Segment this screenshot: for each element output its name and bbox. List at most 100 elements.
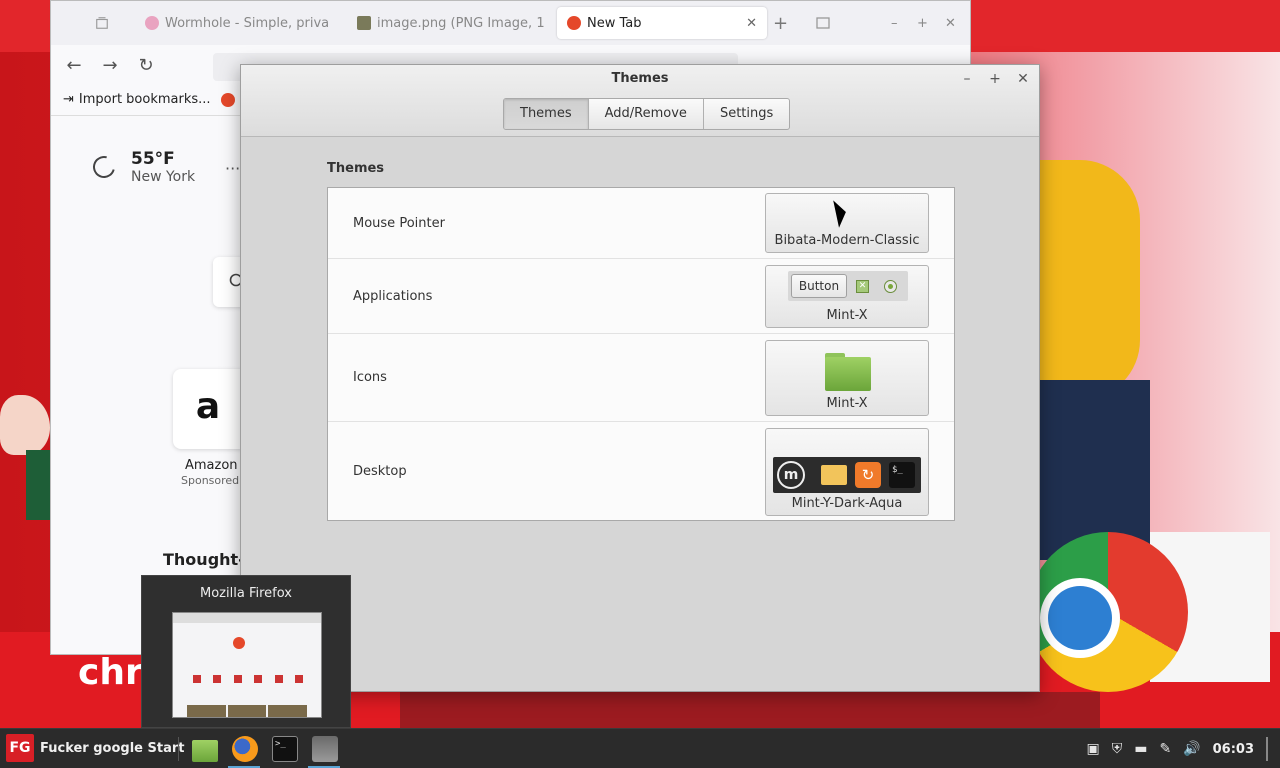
preview-button: Button [791, 274, 847, 298]
terminal-icon: $_ [889, 462, 915, 488]
firefox-logo-icon [233, 637, 245, 649]
tab-label: New Tab [587, 15, 642, 31]
tab-overview-icon[interactable] [95, 13, 109, 33]
applications-theme-button[interactable]: Button ✕ Mint-X [765, 265, 929, 328]
import-icon: ⇥ [63, 92, 74, 107]
import-bookmarks-label: Import bookmarks... [78, 92, 211, 107]
tab-wormhole[interactable]: Wormhole - Simple, priva [135, 7, 345, 39]
firefox-bookmark-icon[interactable] [221, 93, 235, 107]
wormhole-favicon-icon [145, 16, 159, 30]
volume-icon[interactable]: 🔊 [1183, 741, 1200, 757]
system-tray: ▣ ⛨ ▬ ✎ 🔊 06:03 [1086, 729, 1268, 768]
wallpaper-text: chr [78, 652, 143, 693]
new-tab-plus-icon[interactable]: + [773, 11, 797, 35]
theme-value: Mint-X [826, 396, 868, 411]
files-icon [192, 740, 218, 762]
row-label: Applications [353, 289, 433, 304]
maximize-icon[interactable]: + [985, 69, 1005, 89]
terminal-icon: >_ [272, 736, 298, 762]
moon-icon [88, 151, 120, 183]
taskbar: FG Fucker google Start >_ ▣ ⛨ ▬ ✎ 🔊 06:0… [0, 728, 1280, 768]
firefox-icon [232, 736, 258, 762]
weather-menu-icon[interactable]: ··· [225, 159, 240, 178]
start-logo-icon: FG [6, 734, 34, 762]
back-arrow-icon[interactable]: ← [63, 55, 85, 77]
themes-app-icon [312, 736, 338, 762]
folder-icon [821, 465, 847, 485]
row-applications: Applications Button ✕ Mint-X [328, 259, 954, 334]
forward-arrow-icon[interactable]: → [99, 55, 121, 77]
shield-icon[interactable]: ⛨ [1112, 741, 1123, 757]
applications-preview: Button ✕ [788, 271, 908, 301]
maximize-icon[interactable]: + [917, 11, 937, 35]
clock[interactable]: 06:03 [1213, 742, 1254, 757]
window-title: Themes [611, 71, 669, 86]
firefox-favicon-icon [567, 16, 581, 30]
mint-menu-icon: m [777, 461, 805, 489]
weather-temp: 55°F [131, 149, 175, 169]
clipboard-icon[interactable]: ▣ [1086, 741, 1099, 757]
start-menu-button[interactable]: FG Fucker google Start [6, 734, 185, 762]
minimize-icon[interactable]: – [891, 11, 911, 35]
row-mouse-pointer: Mouse Pointer Bibata-Modern-Classic [328, 188, 954, 259]
row-icons: Icons Mint-X [328, 334, 954, 422]
window-preview-popup[interactable]: Mozilla Firefox [141, 575, 351, 728]
start-label: Fucker google Start [40, 740, 185, 756]
close-icon[interactable]: ✕ [746, 16, 757, 31]
theme-value: Mint-Y-Dark-Aqua [791, 496, 903, 511]
row-desktop: Desktop m ↻ $_ Mint-Y-Dark-Aqua [328, 422, 954, 520]
taskbar-files[interactable] [186, 732, 222, 766]
taskbar-terminal[interactable]: >_ [266, 732, 302, 766]
update-manager-icon: ↻ [855, 462, 881, 488]
desktop-theme-button[interactable]: m ↻ $_ Mint-Y-Dark-Aqua [765, 428, 929, 516]
close-window-icon[interactable]: ✕ [945, 11, 965, 35]
tab-settings[interactable]: Settings [702, 99, 789, 129]
themes-tab-switcher: Themes Add/Remove Settings [503, 98, 791, 130]
close-icon[interactable]: ✕ [1013, 69, 1033, 89]
themes-window[interactable]: Themes – + ✕ Themes Add/Remove Settings … [240, 64, 1040, 692]
row-label: Desktop [353, 464, 407, 479]
themes-list: Mouse Pointer Bibata-Modern-Classic Appl… [327, 187, 955, 521]
tab-label: Wormhole - Simple, priva [165, 15, 330, 31]
import-bookmarks-link[interactable]: ⇥ Import bookmarks... [63, 92, 211, 107]
theme-value: Bibata-Modern-Classic [774, 233, 920, 248]
radio-icon [884, 280, 897, 293]
tab-new-tab[interactable]: New Tab ✕ [557, 7, 767, 39]
shortcut-tile-amazon[interactable]: a [173, 369, 243, 449]
shortcut-sublabel: Sponsored [181, 474, 240, 487]
show-desktop-icon[interactable] [1266, 737, 1268, 761]
keyboard-icon[interactable]: ▬ [1134, 741, 1147, 757]
firefox-tab-bar: Wormhole - Simple, priva image.png (PNG … [51, 1, 970, 45]
row-label: Mouse Pointer [353, 216, 445, 231]
tab-image-png[interactable]: image.png (PNG Image, 1 ✕ [347, 7, 551, 39]
tab-list-icon[interactable] [815, 11, 839, 35]
section-title: Themes [327, 161, 385, 176]
wallpaper-chrome-core [1048, 586, 1112, 650]
wallpaper-hand [0, 395, 50, 455]
weather-city: New York [131, 169, 196, 185]
wallpaper-arm [26, 450, 52, 520]
themes-header: Themes – + ✕ Themes Add/Remove Settings [241, 65, 1039, 137]
network-icon[interactable]: ✎ [1159, 741, 1171, 757]
wallpaper-dark-strip [400, 692, 1100, 728]
taskbar-themes[interactable] [306, 732, 342, 768]
tab-add-remove[interactable]: Add/Remove [587, 99, 703, 129]
tab-themes[interactable]: Themes [504, 99, 588, 129]
image-favicon-icon [357, 16, 371, 30]
preview-title: Mozilla Firefox [200, 586, 292, 601]
shortcut-label: Amazon [185, 458, 238, 473]
theme-value: Mint-X [826, 308, 868, 323]
checkbox-icon: ✕ [856, 280, 869, 293]
row-label: Icons [353, 370, 387, 385]
icons-theme-button[interactable]: Mint-X [765, 340, 929, 416]
amazon-logo-icon: a [195, 386, 221, 427]
weather-widget[interactable]: 55°F New York [88, 149, 196, 185]
preview-thumbnail[interactable] [172, 612, 322, 718]
taskbar-separator [178, 737, 179, 761]
folder-icon [825, 353, 871, 391]
taskbar-firefox[interactable] [226, 732, 262, 768]
reload-icon[interactable]: ↻ [135, 55, 157, 77]
minimize-icon[interactable]: – [957, 69, 977, 89]
wallpaper-yellow-shape [1040, 160, 1140, 400]
tab-label: image.png (PNG Image, 1 [377, 15, 545, 31]
